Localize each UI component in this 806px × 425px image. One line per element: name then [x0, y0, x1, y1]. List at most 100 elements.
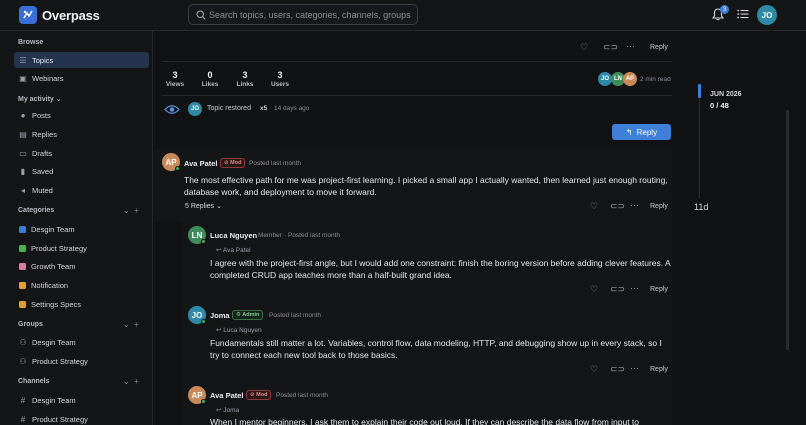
topic-main: ♡ ⊂⊃ ··· Reply 3 Views 0 Likes 3 Links 3 Use… [154, 31, 679, 425]
reply-arrow-icon: ↰ [625, 127, 633, 137]
heart-icon[interactable]: ♡ [590, 364, 598, 375]
my-activity-label[interactable]: My activity ⌄ [18, 95, 62, 103]
user-avatar[interactable]: JO [757, 5, 777, 25]
webinar-icon: ▣ [19, 73, 27, 83]
mod-badge: ⊘ Mod [246, 390, 272, 400]
sidebar-group[interactable]: ⚇ Product Strategy [14, 353, 149, 369]
link-icon[interactable]: ⊂⊃ [603, 42, 618, 53]
online-indicator [201, 399, 206, 404]
reply-to[interactable]: ↩ Ava Patel [216, 246, 251, 254]
reply-link[interactable]: Reply [650, 286, 668, 293]
sidebar-channel[interactable]: # Product Strategy [14, 411, 149, 425]
reply-link[interactable]: Reply [650, 366, 668, 373]
stat-users: 3 Users [270, 70, 290, 88]
divider [162, 61, 672, 62]
sidebar-category[interactable]: Notification [14, 277, 149, 293]
plus-icon: + [134, 320, 139, 329]
search-input[interactable] [209, 6, 414, 23]
timeline-track[interactable] [699, 98, 700, 198]
sidebar-item-saved[interactable]: ▮ Saved [14, 163, 149, 179]
groups-tools[interactable]: ⌄ + [123, 320, 139, 329]
browse-label: Browse [18, 39, 44, 46]
timeline-ago[interactable]: 11d [694, 202, 708, 212]
sidebar-group[interactable]: ⚇ Desgin Team [14, 334, 149, 350]
search-box[interactable] [188, 4, 418, 25]
link-icon[interactable]: ⊂⊃ [610, 201, 625, 212]
heart-icon[interactable]: ♡ [580, 42, 588, 53]
admin-badge: ⚙ Admin [232, 310, 264, 320]
list-menu-icon[interactable] [737, 9, 749, 19]
replies-toggle[interactable]: 5 Replies ⌄ [185, 202, 222, 210]
heart-icon[interactable]: ♡ [590, 284, 598, 295]
channels-label: Channels [18, 378, 50, 385]
top-header: Overpass 3 JO [0, 0, 806, 31]
post-author[interactable]: Ava Patel [184, 159, 218, 168]
reply-arrow-icon: ↩ [216, 247, 222, 254]
draft-icon: ▭ [19, 148, 27, 158]
stat-likes: 0 Likes [201, 70, 219, 88]
link-icon[interactable]: ⊂⊃ [610, 364, 625, 375]
category-color-icon [19, 244, 26, 252]
read-time: 2 min read [640, 76, 671, 83]
more-icon[interactable]: ··· [630, 200, 639, 210]
mod-badge: ⊘ Mod [220, 158, 246, 168]
chevron-down-icon: ⌄ [123, 377, 130, 386]
app-name[interactable]: Overpass [42, 8, 100, 23]
post-body: Fundamentals still matter a lot. Variabl… [210, 338, 662, 360]
mute-icon: ◂ [20, 185, 25, 195]
search-icon [196, 10, 206, 20]
sidebar: Browse ☰ Topics ▣ Webinars My activity ⌄ ●… [0, 31, 153, 425]
category-color-icon [19, 262, 26, 270]
post-author[interactable]: Joma [210, 311, 230, 320]
timeline-handle[interactable] [698, 84, 701, 98]
heart-icon[interactable]: ♡ [590, 201, 598, 212]
sidebar-category[interactable]: Settings Specs [14, 296, 149, 312]
sidebar-item-topics[interactable]: ☰ Topics [14, 52, 149, 68]
reply-button[interactable]: ↰ Reply [612, 124, 671, 140]
participant-avatar[interactable]: AP [623, 72, 637, 86]
stat-links: 3 Links [236, 70, 254, 88]
reply-link[interactable]: Reply [650, 44, 668, 51]
post-body: The most effective path for me was proje… [184, 175, 668, 197]
more-icon[interactable]: ··· [626, 41, 635, 51]
participant-avatar[interactable]: JO [598, 72, 612, 86]
plus-icon: + [134, 377, 139, 386]
post-author[interactable]: Luca Nguyen [210, 231, 257, 240]
reply-to[interactable]: ↩ Luca Nguyen [216, 326, 262, 334]
channels-tools[interactable]: ⌄ + [123, 377, 139, 386]
more-icon[interactable]: ··· [630, 283, 639, 293]
post-meta: · Posted last month [284, 232, 341, 239]
sidebar-channel[interactable]: # Desgin Team [14, 392, 149, 408]
post-meta: Posted last month [269, 312, 322, 319]
post-role: Member [258, 232, 282, 239]
sidebar-item-posts[interactable]: ● Posts [14, 107, 149, 123]
event-avatar[interactable]: JO [188, 102, 202, 116]
scrollbar[interactable] [786, 110, 789, 350]
chevron-down-icon: ⌄ [123, 320, 130, 329]
category-color-icon [19, 281, 26, 289]
groups-label: Groups [18, 321, 43, 328]
stat-views: 3 Views [165, 70, 185, 88]
timeline-count: 0 / 48 [710, 101, 729, 110]
chevron-down-icon: ⌄ [123, 206, 130, 215]
sidebar-category[interactable]: Product Strategy [14, 240, 149, 256]
sidebar-category[interactable]: Growth Team [14, 258, 149, 274]
sidebar-item-drafts[interactable]: ▭ Drafts [14, 145, 149, 161]
link-icon[interactable]: ⊂⊃ [610, 284, 625, 295]
reply-arrow-icon: ↩ [216, 327, 222, 334]
logo-icon[interactable] [19, 6, 37, 24]
post-author[interactable]: Ava Patel [210, 391, 244, 400]
eye-icon [164, 105, 180, 114]
reply-to[interactable]: ↩ Joma [216, 406, 239, 414]
more-icon[interactable]: ··· [630, 363, 639, 373]
sidebar-category[interactable]: Desgin Team [14, 221, 149, 237]
categories-tools[interactable]: ⌄ + [123, 206, 139, 215]
reply-link[interactable]: Reply [650, 203, 668, 210]
hash-icon: # [20, 414, 26, 424]
event-time: 14 days ago [274, 105, 310, 112]
sidebar-item-muted[interactable]: ◂ Muted [14, 182, 149, 198]
sidebar-item-webinars[interactable]: ▣ Webinars [14, 70, 149, 86]
sidebar-item-replies[interactable]: ▤ Replies [14, 126, 149, 142]
category-color-icon [19, 300, 26, 308]
post-body: When I mentor beginners, I ask them to e… [210, 417, 640, 425]
